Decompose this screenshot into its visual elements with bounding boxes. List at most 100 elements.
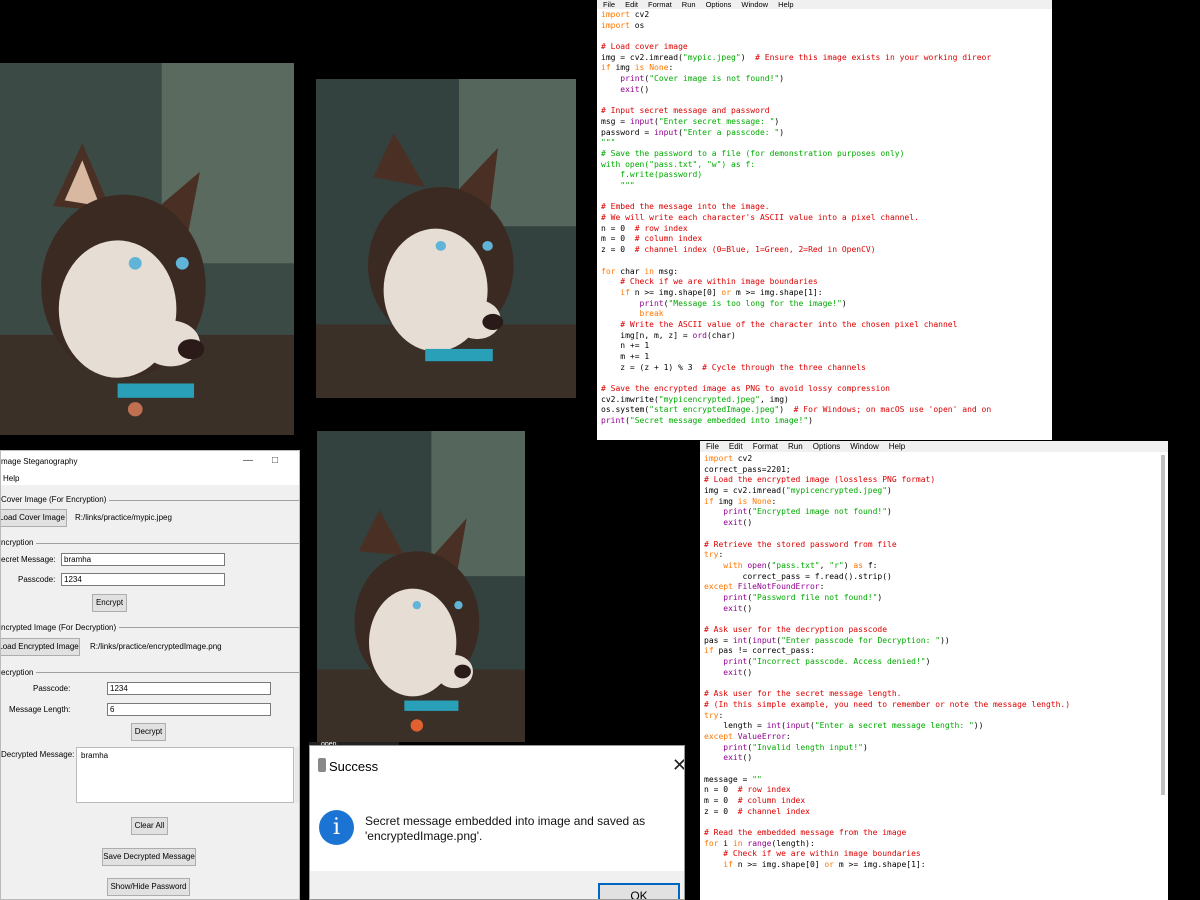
idle-menu-item[interactable]: File bbox=[603, 0, 615, 9]
code-token: try bbox=[704, 710, 719, 720]
code-line: try: bbox=[704, 711, 1164, 722]
idle-menu-item[interactable]: Format bbox=[648, 0, 672, 9]
code-token: import bbox=[704, 454, 733, 463]
code-token: () bbox=[639, 84, 650, 94]
code-token: try bbox=[704, 550, 719, 560]
code-token: ) bbox=[779, 74, 785, 84]
code-line: n = 0 # row index bbox=[601, 224, 1048, 235]
code-line: n += 1 bbox=[601, 341, 1048, 352]
idle-menu-item[interactable]: Run bbox=[788, 441, 803, 452]
idle-menu-item[interactable]: Edit bbox=[625, 0, 638, 9]
code-line: # Write the ASCII value of the character… bbox=[601, 320, 1048, 331]
code-token: exit bbox=[723, 753, 743, 763]
code-line: print("Cover image is not found!") bbox=[601, 74, 1048, 85]
code-token: n += 1 bbox=[601, 341, 650, 351]
code-token: m += 1 bbox=[601, 352, 650, 361]
close-icon[interactable]: ✕ bbox=[672, 756, 684, 774]
dialog-icon bbox=[318, 758, 326, 772]
decrypt-passcode-label: Passcode: bbox=[33, 684, 71, 693]
ok-button[interactable]: OK bbox=[598, 883, 680, 899]
show-hide-password-button[interactable]: Show/Hide Password bbox=[107, 878, 190, 896]
minimize-icon[interactable]: — bbox=[243, 455, 253, 466]
code-token: # Read the embedded message from the ima… bbox=[704, 828, 907, 838]
code-token: input bbox=[653, 127, 679, 137]
load-cover-image-button[interactable]: Load Cover Image bbox=[1, 509, 67, 527]
idle-menu-item[interactable]: Edit bbox=[729, 441, 743, 452]
dialog-title: Success bbox=[329, 759, 379, 774]
code-token: char bbox=[615, 266, 645, 276]
idle-menu-item[interactable]: Help bbox=[778, 0, 793, 9]
code-line: import cv2 bbox=[601, 10, 1048, 21]
encrypted-path: R:/links/practice/encryptedImage.png bbox=[90, 642, 222, 651]
save-decrypted-message-button[interactable]: Save Decrypted Message bbox=[102, 848, 196, 866]
passcode-input[interactable]: 1234 bbox=[61, 573, 225, 586]
decrypted-message-text[interactable]: bramha bbox=[76, 747, 294, 803]
code-line: with open("pass.txt", "r") as f: bbox=[704, 561, 1164, 572]
dialog-message-line: 'encryptedImage.png'. bbox=[365, 829, 483, 843]
code-token: z = 0 bbox=[601, 245, 635, 255]
code-token: f: bbox=[863, 560, 878, 570]
code-token: "Enter secret message: " bbox=[658, 116, 775, 126]
code-token: z = 0 bbox=[704, 806, 738, 816]
message-length-input[interactable]: 6 bbox=[107, 703, 271, 716]
idle-menu-item[interactable]: Run bbox=[682, 0, 696, 9]
text-scrollbar[interactable] bbox=[295, 747, 299, 803]
code-token: : bbox=[718, 550, 724, 560]
clear-all-button[interactable]: Clear All bbox=[131, 817, 168, 835]
code-token: n >= img.shape[0] bbox=[629, 287, 722, 297]
info-icon: i bbox=[319, 810, 354, 845]
idle-menu-item[interactable]: File bbox=[706, 441, 719, 452]
code-line: print("Encrypted image not found!") bbox=[704, 507, 1164, 518]
code-line: password = input("Enter a passcode: ") bbox=[601, 128, 1048, 139]
idle-menu-item[interactable]: Format bbox=[753, 441, 778, 452]
idle-menu-item[interactable]: Options bbox=[813, 441, 841, 452]
encrypt-button[interactable]: Encrypt bbox=[92, 594, 127, 612]
code-token: int bbox=[766, 721, 782, 731]
code-line: # Embed the message into the image. bbox=[601, 202, 1048, 213]
decrypt-button[interactable]: Decrypt bbox=[131, 723, 166, 741]
code-token: # channel index (0=Blue, 1=Green, 2=Red … bbox=[634, 245, 876, 255]
menu-help[interactable]: Help bbox=[3, 474, 19, 483]
idle-menu-item[interactable]: Window bbox=[741, 0, 768, 9]
code-line: """ bbox=[601, 181, 1048, 192]
code-token: # Check if we are within image boundarie… bbox=[723, 849, 921, 859]
code-line: z = (z + 1) % 3 # Cycle through the thre… bbox=[601, 363, 1048, 374]
code-line: # Save the password to a file (for demon… bbox=[601, 149, 1048, 160]
code-line: import os bbox=[601, 21, 1048, 32]
code-line: except FileNotFoundError: bbox=[704, 582, 1164, 593]
code-line: z = 0 # channel index bbox=[704, 807, 1164, 818]
code-token: img bbox=[713, 496, 738, 506]
code-token: "" bbox=[752, 774, 762, 784]
code-area[interactable]: import cv2 correct_pass=2201; # Load the e… bbox=[700, 452, 1168, 872]
code-token: # Ensure this image exists in your worki… bbox=[755, 52, 992, 62]
vertical-scrollbar[interactable] bbox=[1160, 455, 1166, 840]
secret-message-input[interactable]: bramha bbox=[61, 553, 225, 566]
decrypt-passcode-input[interactable]: 1234 bbox=[107, 682, 271, 695]
code-token: print bbox=[601, 416, 626, 426]
idle-menubar: File Edit Format Run Options Window Help bbox=[700, 441, 1168, 452]
maximize-icon[interactable]: □ bbox=[272, 455, 278, 466]
code-token: # Retrieve the stored password from file bbox=[704, 539, 897, 549]
code-token: cv2.imwrite( bbox=[601, 394, 659, 404]
husky-photo-large bbox=[0, 63, 294, 435]
code-line: n = 0 # row index bbox=[704, 785, 1164, 796]
code-token: n = 0 bbox=[601, 223, 635, 233]
code-token: for bbox=[601, 266, 616, 276]
idle-menu-item[interactable]: Window bbox=[850, 441, 878, 452]
idle-menu-item[interactable]: Help bbox=[889, 441, 905, 452]
code-area[interactable]: import cv2 import os # Load cover image img… bbox=[597, 9, 1052, 428]
load-encrypted-image-button[interactable]: Load Encrypted Image bbox=[1, 638, 80, 656]
code-line: exit() bbox=[704, 753, 1164, 764]
code-token: "Cover image is not found!" bbox=[649, 74, 780, 84]
cover-section-label: Cover Image (For Encryption) bbox=[1, 495, 110, 504]
code-token: for bbox=[704, 838, 719, 848]
idle-menu-item[interactable]: Options bbox=[706, 0, 732, 9]
scrollbar-thumb[interactable] bbox=[1161, 455, 1165, 795]
code-token: input bbox=[785, 721, 810, 731]
code-line: """ bbox=[601, 138, 1048, 149]
